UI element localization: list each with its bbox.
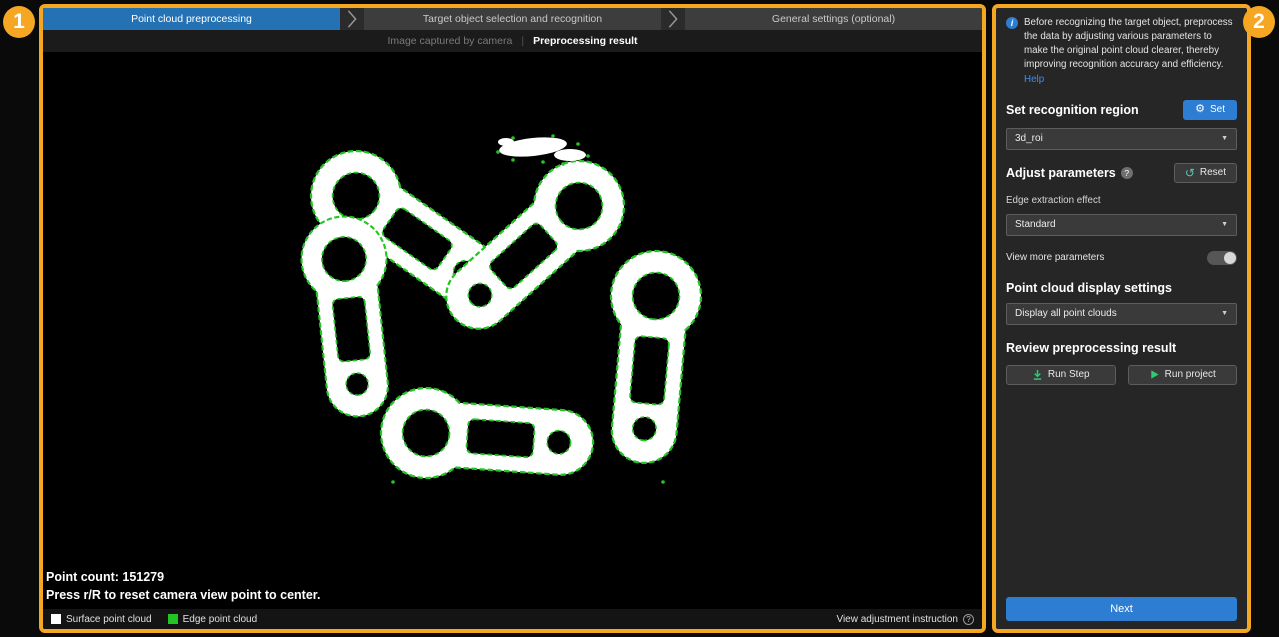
annotation-badge-2: 2 [1243, 6, 1275, 38]
annotation-badge-1: 1 [3, 6, 35, 38]
step-point-cloud-preprocessing[interactable]: Point cloud preprocessing [43, 8, 340, 30]
edge-extraction-label: Edge extraction effect [1006, 195, 1237, 206]
section-title-review-result: Review preprocessing result [1006, 341, 1237, 355]
reset-icon: ↺ [1185, 167, 1195, 179]
wizard-stepper: Point cloud preprocessing Target object … [43, 8, 982, 30]
main-view-region: Point cloud preprocessing Target object … [39, 4, 986, 633]
panel-spacer [1006, 385, 1237, 597]
display-settings-value: Display all point clouds [1015, 308, 1117, 319]
edge-legend-label: Edge point cloud [183, 614, 258, 625]
edge-extraction-dropdown[interactable]: Standard ▼ [1006, 214, 1237, 236]
point-count-label: Point count: 151279 [46, 568, 320, 587]
run-step-button[interactable]: Run Step [1006, 365, 1116, 385]
info-text: Before recognizing the target object, pr… [1024, 17, 1233, 70]
screenshot-root: 1 2 Point cloud preprocessing Target obj… [0, 0, 1279, 637]
run-step-label: Run Step [1048, 369, 1090, 380]
edge-swatch [168, 614, 178, 624]
section-title-adjust-parameters: Adjust parameters [1006, 166, 1116, 180]
roi-dropdown-value: 3d_roi [1015, 133, 1043, 144]
step-target-object-selection[interactable]: Target object selection and recognition [364, 8, 661, 30]
point-cloud-viewer[interactable]: Point count: 151279 Press r/R to reset c… [43, 52, 982, 609]
info-icon: i [1006, 17, 1018, 29]
run-project-icon [1149, 369, 1160, 380]
tab-divider: | [521, 35, 524, 47]
run-project-label: Run project [1165, 369, 1216, 380]
viewer-tabbar: Image captured by camera | Preprocessing… [43, 30, 982, 52]
gear-icon: ⚙ [1195, 104, 1205, 115]
edge-extraction-value: Standard [1015, 219, 1056, 230]
set-region-button[interactable]: ⚙ Set [1183, 100, 1237, 120]
set-button-label: Set [1210, 104, 1225, 115]
viewer-statusbar: Surface point cloud Edge point cloud Vie… [43, 609, 982, 629]
chevron-right-icon [661, 8, 685, 30]
view-adjustment-link[interactable]: View adjustment instruction ? [836, 614, 974, 625]
surface-swatch [51, 614, 61, 624]
run-step-icon [1032, 369, 1043, 380]
roi-dropdown[interactable]: 3d_roi ▼ [1006, 128, 1237, 150]
info-banner: i Before recognizing the target object, … [1006, 16, 1237, 87]
caret-down-icon: ▼ [1221, 310, 1228, 317]
reset-button[interactable]: ↺ Reset [1174, 163, 1237, 183]
point-cloud-parts [293, 133, 704, 489]
run-project-button[interactable]: Run project [1128, 365, 1238, 385]
point-cloud-canvas [43, 52, 982, 609]
viewer-overlay-text: Point count: 151279 Press r/R to reset c… [46, 568, 320, 606]
tab-preprocessing-result[interactable]: Preprocessing result [533, 35, 637, 47]
question-icon[interactable]: ? [1121, 167, 1133, 179]
chevron-right-icon [340, 8, 364, 30]
display-settings-dropdown[interactable]: Display all point clouds ▼ [1006, 303, 1237, 325]
reset-button-label: Reset [1200, 167, 1226, 178]
legend-edge-point-cloud: Edge point cloud [168, 614, 258, 625]
next-button[interactable]: Next [1006, 597, 1237, 621]
view-adjustment-label: View adjustment instruction [836, 614, 958, 625]
tab-image-captured-by-camera[interactable]: Image captured by camera [387, 35, 512, 47]
legend-surface-point-cloud: Surface point cloud [51, 614, 152, 625]
caret-down-icon: ▼ [1221, 221, 1228, 228]
caret-down-icon: ▼ [1221, 135, 1228, 142]
reset-hint-label: Press r/R to reset camera view point to … [46, 586, 320, 605]
help-link[interactable]: Help [1024, 73, 1237, 87]
view-more-parameters-label: View more parameters [1006, 252, 1104, 263]
step-general-settings[interactable]: General settings (optional) [685, 8, 982, 30]
toggle-knob [1224, 252, 1236, 264]
surface-legend-label: Surface point cloud [66, 614, 152, 625]
settings-panel: i Before recognizing the target object, … [992, 4, 1251, 633]
view-more-toggle[interactable] [1207, 251, 1237, 265]
section-title-set-recognition-region: Set recognition region [1006, 103, 1139, 117]
help-icon[interactable]: ? [963, 614, 974, 625]
section-title-point-cloud-display: Point cloud display settings [1006, 281, 1237, 295]
